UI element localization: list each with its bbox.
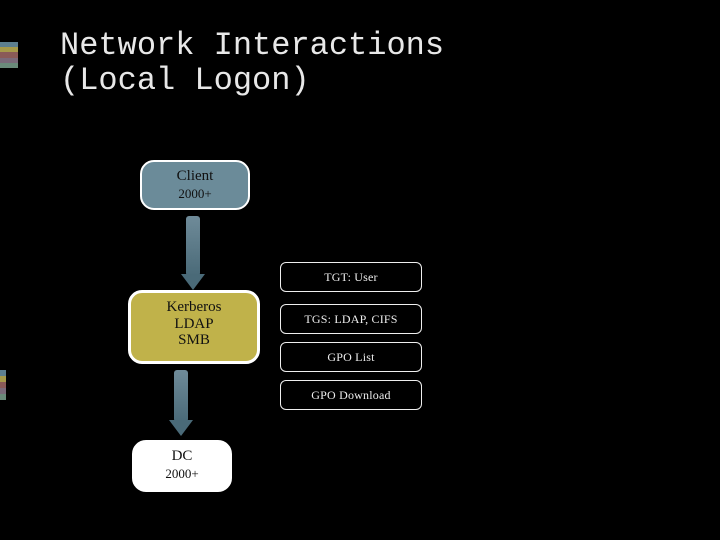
node-dc-label: DC	[134, 448, 230, 465]
node-client: Client 2000+	[140, 160, 250, 210]
node-middle: Kerberos LDAP SMB	[128, 290, 260, 364]
accent-stripe-top	[0, 42, 18, 68]
slide-title: Network Interactions (Local Logon)	[60, 28, 444, 98]
slide: Network Interactions (Local Logon) Clien…	[0, 0, 720, 540]
node-dc: DC 2000+	[132, 440, 232, 492]
arrow-client-to-middle	[186, 216, 200, 276]
node-middle-l3: SMB	[131, 332, 257, 349]
node-client-label: Client	[142, 168, 248, 185]
node-middle-l2: LDAP	[131, 316, 257, 333]
arrow-middle-to-dc	[174, 370, 188, 422]
node-middle-l1: Kerberos	[131, 299, 257, 316]
tag-gpo-list: GPO List	[280, 342, 422, 372]
tag-tgt-user: TGT: User	[280, 262, 422, 292]
tag-tgs-ldap-cifs: TGS: LDAP, CIFS	[280, 304, 422, 334]
accent-stripe-mid	[0, 370, 6, 400]
tag-gpo-download: GPO Download	[280, 380, 422, 410]
node-dc-sub: 2000+	[134, 467, 230, 481]
node-client-sub: 2000+	[142, 187, 248, 201]
